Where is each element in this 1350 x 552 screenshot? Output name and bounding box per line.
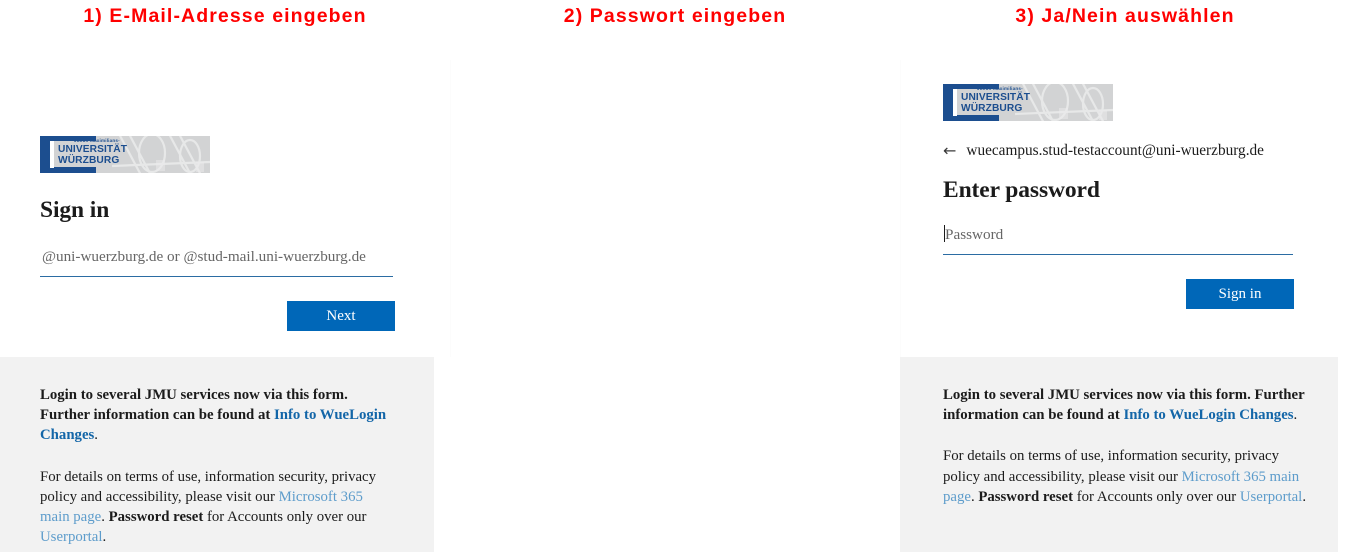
info-paragraph-1: Login to several JMU services now via th… [40,385,394,446]
step-column-1: 1) E-Mail-Adresse eingeben [0,0,450,552]
sign-in-heading: Sign in [40,197,395,224]
step-2-title: 2) Passwort eingeben [450,5,900,28]
logo-bar-bottom [40,167,96,173]
step-column-3: 3) Ja/Nein auswählen [900,0,1350,552]
info-panel-1: Login to several JMU services now via th… [0,357,434,552]
email-field[interactable]: @uni-wuerzburg.de or @stud-mail.uni-wuer… [40,246,393,277]
tutorial-board: 1) E-Mail-Adresse eingeben [0,0,1350,552]
info-p1-text-b: . [94,427,98,443]
step-column-2: 2) Passwort eingeben [450,0,900,552]
info-password-reset-bold: Password reset [109,509,204,525]
jmu-logo-icon: Julius-Maximilians- UNIVERSITÄT WÜRZBURG [40,136,210,173]
info-p2-text-c: for Accounts only over our [203,509,366,525]
info-p2-text-d: . [102,529,106,545]
email-button-row: Next [40,301,395,331]
step-3-title: 3) Ja/Nein auswählen [900,5,1350,28]
info-p2-text-b: . [101,509,108,525]
info-link-userportal[interactable]: Userportal [40,529,102,545]
logo-wordmark: UNIVERSITÄT WÜRZBURG [58,144,127,167]
next-button[interactable]: Next [287,301,395,331]
logo-bar-inner [50,141,54,168]
logo-wordmark-line2: WÜRZBURG [58,155,119,166]
signin-card-email: Julius-Maximilians- UNIVERSITÄT WÜRZBURG… [40,136,395,331]
info-paragraph-2: For details on terms of use, information… [40,467,394,548]
logo-julius-maximilians: Julius-Maximilians- [74,138,120,143]
email-field-underline [40,276,393,277]
logo-wordmark-line1: UNIVERSITÄT [58,144,127,155]
email-placeholder: @uni-wuerzburg.de or @stud-mail.uni-wuer… [42,246,366,268]
step-1-title: 1) E-Mail-Adresse eingeben [0,5,450,28]
